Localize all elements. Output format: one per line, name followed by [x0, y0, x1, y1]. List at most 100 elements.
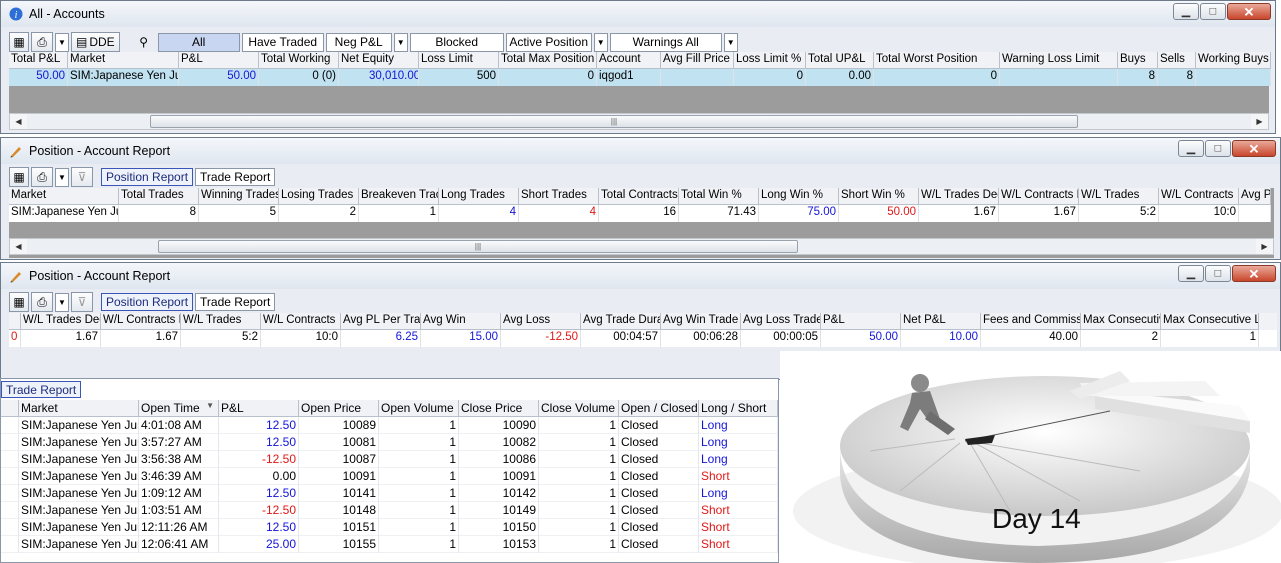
column-header[interactable]: Losing Trades	[279, 188, 359, 205]
column-header[interactable]: Total Contracts	[599, 188, 679, 205]
column-header[interactable]: Working Buys	[1196, 52, 1271, 69]
print-dropdown[interactable]: ▼	[55, 32, 69, 52]
column-header[interactable]: Total Max Position	[499, 52, 597, 69]
column-header[interactable]: Avg Fill Price	[661, 52, 734, 69]
maximize-button[interactable]: □	[1200, 3, 1226, 20]
column-header[interactable]: Short Trades	[519, 188, 599, 205]
column-header[interactable]: Avg Loss Trade	[741, 313, 821, 330]
trade-row[interactable]: SIM:Japanese Yen Jun1 3:57:27 AM 12.50 1008…	[1, 434, 778, 451]
column-header[interactable]: P&L	[179, 52, 259, 69]
position-row[interactable]: 0 1.67 1.67 5:2 10:0 6.25 15.00 -12.50 0…	[9, 330, 1277, 347]
column-header[interactable]: Short Win %	[839, 188, 919, 205]
scroll-thumb[interactable]: |||	[150, 115, 1078, 128]
column-header[interactable]: Account	[597, 52, 661, 69]
column-header[interactable]: Market	[19, 400, 139, 417]
column-header[interactable]: Avg Trade Dura	[581, 313, 661, 330]
find-button[interactable]: ⚲	[132, 32, 156, 52]
filter-active-position[interactable]: Active Position	[505, 32, 592, 52]
position-row[interactable]: SIM:Japanese Yen Jur 8 5 2 1 4 4 16 71.4…	[9, 205, 1271, 222]
column-header[interactable]: Total Trades	[119, 188, 199, 205]
column-header[interactable]: P&L	[219, 400, 299, 417]
column-header[interactable]: Open / Closed	[619, 400, 699, 417]
filter-blocked[interactable]: Blocked	[409, 32, 504, 52]
column-header[interactable]: W/L Contracts	[1159, 188, 1239, 205]
close-button[interactable]: ✕	[1232, 140, 1276, 157]
tab-position-report[interactable]: Position Report	[101, 293, 194, 311]
column-header[interactable]: Buys	[1118, 52, 1158, 69]
column-header[interactable]: Warning Loss Limit	[1000, 52, 1118, 69]
filter-all[interactable]: All	[157, 32, 240, 52]
tab-trade-report[interactable]: Trade Report	[195, 168, 276, 186]
properties-button[interactable]: ▦	[9, 32, 29, 52]
column-header[interactable]: W/L Contracts	[261, 313, 341, 330]
print-button[interactable]: ⎙	[31, 292, 53, 312]
active-position-dropdown[interactable]: ▼	[593, 32, 608, 52]
column-header[interactable]: W/L Trades	[181, 313, 261, 330]
column-header[interactable]: Total Win %	[679, 188, 759, 205]
column-header[interactable]: Open Price	[299, 400, 379, 417]
column-header[interactable]: Net Equity	[339, 52, 419, 69]
trade-row[interactable]: SIM:Japanese Yen Jun1 4:01:08 AM 12.50 1008…	[1, 417, 778, 434]
column-header[interactable]: Long Win %	[759, 188, 839, 205]
filter-have-traded[interactable]: Have Traded	[241, 32, 324, 52]
column-header[interactable]: Avg PL Per Trac	[341, 313, 421, 330]
account-row[interactable]: 50.00 SIM:Japanese Yen Jur 50.00 0 (0) 3…	[9, 69, 1271, 86]
print-button[interactable]: ⎙	[31, 32, 53, 52]
column-header[interactable]: Long / Short	[699, 400, 778, 417]
properties-button[interactable]: ▦	[9, 292, 29, 312]
tab-trade-report[interactable]: Trade Report	[1, 381, 82, 398]
trade-row[interactable]: SIM:Japanese Yen Jun1 12:06:41 AM 25.00 101…	[1, 536, 778, 553]
column-header[interactable]: Total P&L	[9, 52, 68, 69]
scroll-right-icon[interactable]: ▶	[1251, 114, 1268, 129]
column-header[interactable]: W/L Contracts D	[999, 188, 1079, 205]
close-button[interactable]: ✕	[1232, 265, 1276, 282]
minimize-button[interactable]: ▁	[1173, 3, 1199, 20]
filter-button[interactable]: ⊽	[71, 292, 93, 312]
column-header[interactable]: Close Volume	[539, 400, 619, 417]
trade-row[interactable]: SIM:Japanese Yen Jun1 1:03:51 AM -12.50 101…	[1, 502, 778, 519]
trade-row[interactable]: SIM:Japanese Yen Jun1 12:11:26 AM 12.50 101…	[1, 519, 778, 536]
column-header[interactable]: Avg Win	[421, 313, 501, 330]
column-header[interactable]: Market	[9, 188, 119, 205]
column-header[interactable]: Net P&L	[901, 313, 981, 330]
column-header[interactable]: Max Consecutiv	[1081, 313, 1161, 330]
column-header[interactable]: W/L Trades Dec	[919, 188, 999, 205]
column-header[interactable]: Avg Loss	[501, 313, 581, 330]
close-button[interactable]: ✕	[1227, 3, 1271, 20]
scroll-left-icon[interactable]: ◀	[10, 114, 27, 129]
column-header[interactable]: Breakeven Trac	[359, 188, 439, 205]
trade-row[interactable]: SIM:Japanese Yen Jun1 3:46:39 AM 0.00 10091…	[1, 468, 778, 485]
trade-row[interactable]: SIM:Japanese Yen Jun1 1:09:12 AM 12.50 1014…	[1, 485, 778, 502]
scroll-thumb[interactable]: |||	[158, 240, 798, 253]
filter-neg-pl[interactable]: Neg P&L	[325, 32, 392, 52]
column-header[interactable]: Total UP&L	[806, 52, 874, 69]
scroll-right-icon[interactable]: ▶	[1256, 239, 1273, 254]
scroll-left-icon[interactable]: ◀	[10, 239, 27, 254]
column-header[interactable]: Close Price	[459, 400, 539, 417]
column-header[interactable]: W/L Contracts D	[101, 313, 181, 330]
column-header[interactable]: Avg Win Trade D	[661, 313, 741, 330]
tab-trade-report[interactable]: Trade Report	[195, 293, 276, 311]
column-header[interactable]	[9, 313, 21, 330]
column-header[interactable]: Total Worst Position	[874, 52, 1000, 69]
neg-pl-dropdown[interactable]: ▼	[393, 32, 408, 52]
column-header[interactable]: Total Working	[259, 52, 339, 69]
maximize-button[interactable]: □	[1205, 140, 1231, 157]
filter-button[interactable]: ⊽	[71, 167, 93, 187]
column-header[interactable]: Sells	[1158, 52, 1196, 69]
column-header[interactable]: Open Volume	[379, 400, 459, 417]
print-dropdown[interactable]: ▼	[55, 292, 69, 312]
column-header[interactable]: P&L	[821, 313, 901, 330]
horizontal-scrollbar[interactable]: ◀ ||| ▶	[9, 238, 1274, 255]
column-header[interactable]: Loss Limit	[419, 52, 499, 69]
filter-warnings-all[interactable]: Warnings All	[609, 32, 722, 52]
minimize-button[interactable]: ▁	[1178, 140, 1204, 157]
column-header[interactable]: W/L Trades Dec	[21, 313, 101, 330]
tab-position-report[interactable]: Position Report	[101, 168, 194, 186]
column-header[interactable]: Open Time ▼	[139, 400, 219, 417]
warnings-dropdown[interactable]: ▼	[723, 32, 738, 52]
column-header[interactable]: Winning Trades	[199, 188, 279, 205]
horizontal-scrollbar[interactable]: ◀ ||| ▶	[9, 113, 1269, 130]
column-header[interactable]: Long Trades	[439, 188, 519, 205]
column-header[interactable]: Market	[68, 52, 179, 69]
